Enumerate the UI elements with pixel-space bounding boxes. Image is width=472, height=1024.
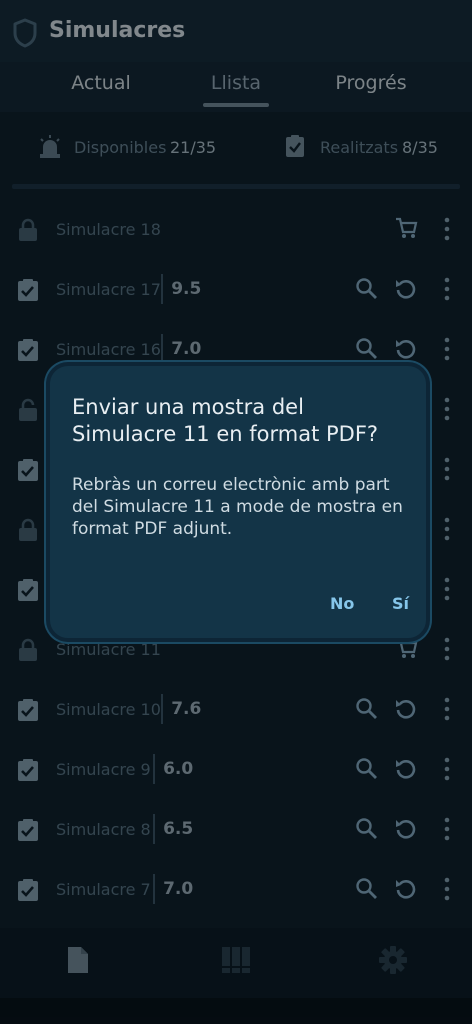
- dialog-message: Rebràs un correu electrònic amb part del…: [72, 475, 403, 539]
- dialog-title: Enviar una mostra del Simulacre 11 en fo…: [72, 395, 379, 446]
- send-sample-dialog: Enviar una mostra del Simulacre 11 en fo…: [46, 362, 430, 642]
- yes-button[interactable]: Sí: [392, 594, 409, 613]
- no-button[interactable]: No: [330, 594, 354, 613]
